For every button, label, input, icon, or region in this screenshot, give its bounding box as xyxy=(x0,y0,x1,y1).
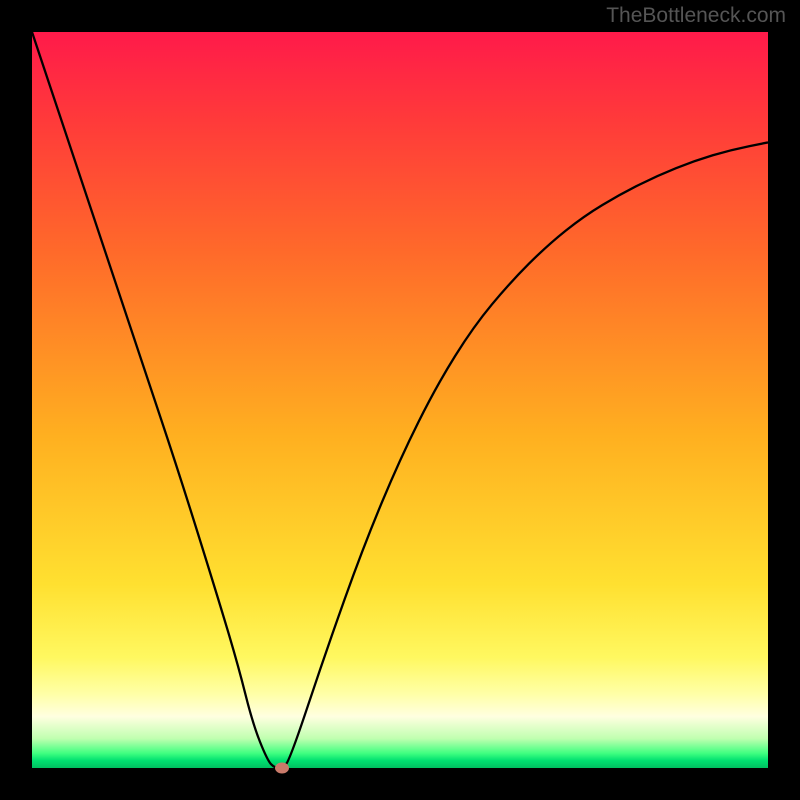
optimal-point-marker xyxy=(275,763,289,774)
bottleneck-curve xyxy=(32,32,768,768)
watermark-text: TheBottleneck.com xyxy=(606,4,786,28)
chart-plot-area xyxy=(32,32,768,768)
